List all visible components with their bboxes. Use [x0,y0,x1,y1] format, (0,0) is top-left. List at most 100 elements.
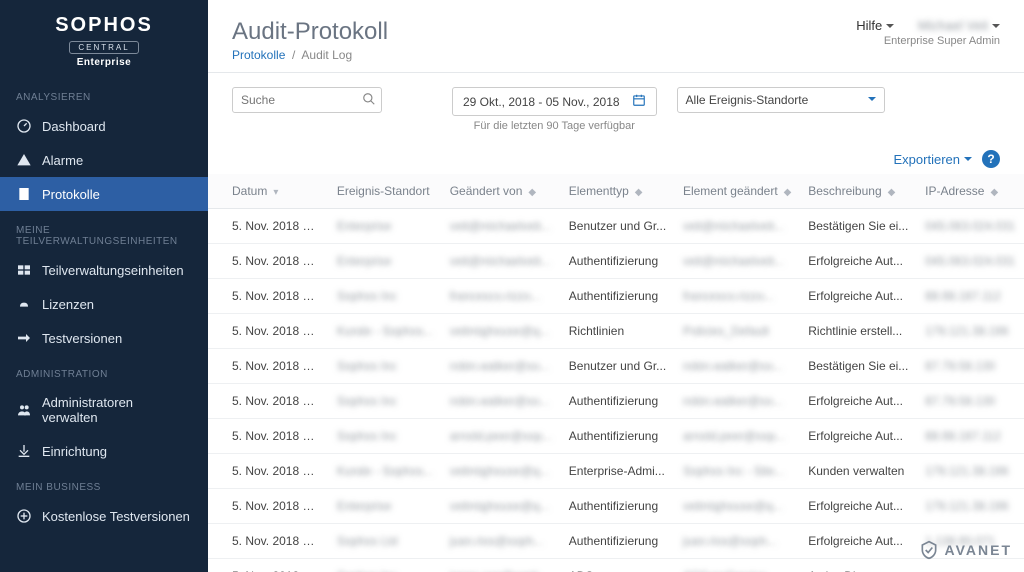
cell-element-changed: ADSyncService... [675,559,800,572]
cell-changed-by: veitmighouse@q... [442,314,561,349]
cell-location: Enterprise [329,244,442,279]
filter-bar: 29 Okt., 2018 - 05 Nov., 2018 Für die le… [208,73,1024,142]
alarm-icon [16,152,32,168]
help-icon[interactable]: ? [982,150,1000,168]
dashboard-icon [16,118,32,134]
search-input[interactable] [232,87,382,113]
table-row[interactable]: 5. Nov. 2018 12:...Sophos Ltdjuan.rios@s… [208,524,1024,559]
sidebar-item-label: Dashboard [42,119,106,134]
breadcrumb-current: Audit Log [301,48,352,62]
audit-table-wrap[interactable]: Datum▾ Ereignis-Standort Geändert von◆ E… [208,174,1024,572]
col-date[interactable]: Datum▾ [208,174,329,209]
col-element-changed[interactable]: Element geändert◆ [675,174,800,209]
cell-element-changed: robin.walker@so... [675,349,800,384]
sidebar-item-protokolle[interactable]: Protokolle [0,177,208,211]
brand-tier: Enterprise [0,57,208,68]
search-box [232,87,382,113]
setup-icon [16,443,32,459]
cell-location: Kunde - Sophos... [329,314,442,349]
sidebar-item-kostenlose-testversionen[interactable]: Kostenlose Testversionen [0,499,208,533]
sidebar-item-lizenzen[interactable]: Lizenzen [0,287,208,321]
cell-changed-by: veit@michaelveit... [442,244,561,279]
table-row[interactable]: 5. Nov. 2018 13:...Sophos Incrobin.walke… [208,349,1024,384]
cell-ip: 179.121.38.196 [917,314,1024,349]
table-row[interactable]: 5. Nov. 2018 14:...Enterpriseveit@michae… [208,244,1024,279]
col-description[interactable]: Beschreibung◆ [800,174,917,209]
table-row[interactable]: 5. Nov. 2018 12:...Sophos Incjonas.von@s… [208,559,1024,572]
brand-logo: SOPHOS CENTRAL Enterprise [0,0,208,78]
cell-changed-by: francesco.rizzo... [442,279,561,314]
free-icon [16,508,32,524]
sidebar-item-label: Teilverwaltungseinheiten [42,263,184,278]
cell-ip: 179.121.38.196 [917,454,1024,489]
col-ip[interactable]: IP-Adresse◆ [917,174,1024,209]
cell-description: Erfolgreiche Aut... [800,489,917,524]
cell-date: 5. Nov. 2018 13:... [208,349,329,384]
chevron-down-icon [886,24,894,32]
user-menu[interactable]: Michael Veit [918,18,1000,33]
cell-date: 5. Nov. 2018 14:... [208,244,329,279]
location-filter[interactable]: Alle Ereignis-Standorte [677,87,886,113]
cell-description: Erfolgreiche Aut... [800,384,917,419]
cell-element-changed: Policies_Default [675,314,800,349]
cell-element-changed: Sophos Inc - Site... [675,454,800,489]
export-button[interactable]: Exportieren [894,152,972,167]
col-element-type[interactable]: Elementtyp◆ [561,174,675,209]
cell-date: 5. Nov. 2018 13:... [208,489,329,524]
cell-date: 5. Nov. 2018 14:... [208,209,329,244]
log-icon [16,186,32,202]
cell-description: Bestätigen Sie ei... [800,349,917,384]
sidebar-item-testversionen[interactable]: Testversionen [0,321,208,355]
cell-description: Erfolgreiche Aut... [800,244,917,279]
cell-element-type: Enterprise-Admi... [561,454,675,489]
admins-icon [16,402,32,418]
table-row[interactable]: 5. Nov. 2018 13:...Sophos Incarnold.peer… [208,419,1024,454]
cell-ip: 87.79.58.130 [917,349,1024,384]
sidebar-item-administratoren-verwalten[interactable]: Administratoren verwalten [0,386,208,434]
nav-section-label: ADMINISTRATION [0,355,208,386]
cell-element-type: Authentifizierung [561,244,675,279]
main-content: Audit-Protokoll Protokolle / Audit Log H… [208,0,1024,572]
cell-date: 5. Nov. 2018 13:... [208,454,329,489]
cell-element-type: Authentifizierung [561,419,675,454]
license-icon [16,296,32,312]
table-row[interactable]: 5. Nov. 2018 13:...Sophos Incrobin.walke… [208,384,1024,419]
cell-element-type: Benutzer und Gr... [561,209,675,244]
table-row[interactable]: 5. Nov. 2018 13:...Enterprise veitmighous… [208,489,1024,524]
col-location[interactable]: Ereignis-Standort [329,174,442,209]
cell-location: Enterprise [329,489,442,524]
export-bar: Exportieren ? [208,142,1024,174]
sidebar-item-alarme[interactable]: Alarme [0,143,208,177]
table-row[interactable]: 5. Nov. 2018 14:...Kunde - Sophos...veit… [208,314,1024,349]
cell-description: Active Directory-... [800,559,917,572]
help-menu[interactable]: Hilfe [856,18,894,33]
table-row[interactable]: 5. Nov. 2018 14:...Sophos Incfrancesco.r… [208,279,1024,314]
units-icon [16,262,32,278]
cell-ip: 045.063.024.031 [917,209,1024,244]
cell-date: 5. Nov. 2018 14:... [208,279,329,314]
cell-description: Erfolgreiche Aut... [800,419,917,454]
cell-changed-by: robin.walker@so... [442,384,561,419]
table-row[interactable]: 5. Nov. 2018 13:...Kunde - Sophos...veit… [208,454,1024,489]
cell-ip: 88.98.187.112 [917,419,1024,454]
sidebar-item-label: Alarme [42,153,83,168]
cell-changed-by: jonas.von@soph... [442,559,561,572]
date-range-picker[interactable]: 29 Okt., 2018 - 05 Nov., 2018 [452,87,657,116]
sidebar-item-einrichtung[interactable]: Einrichtung [0,434,208,468]
cell-changed-by: veitmighouse@q... [442,454,561,489]
trial-icon [16,330,32,346]
cell-element-changed: arnold.peer@sop... [675,419,800,454]
sidebar-item-label: Protokolle [42,187,100,202]
nav-section-label: MEINE TEILVERWALTUNGSEINHEITEN [0,211,208,253]
col-changed-by[interactable]: Geändert von◆ [442,174,561,209]
cell-location: Enterprise [329,209,442,244]
nav-section-label: MEIN BUSINESS [0,468,208,499]
cell-location: Sophos Inc [329,559,442,572]
table-row[interactable]: 5. Nov. 2018 14:...Enterpriseveit@michae… [208,209,1024,244]
sidebar-item-dashboard[interactable]: Dashboard [0,109,208,143]
cell-element-changed: veitmighouse@q... [675,489,800,524]
breadcrumb-link[interactable]: Protokolle [232,48,285,62]
nav-section-label: ANALYSIEREN [0,78,208,109]
sidebar-item-label: Administratoren verwalten [42,395,192,425]
sidebar-item-teilverwaltungseinheiten[interactable]: Teilverwaltungseinheiten [0,253,208,287]
